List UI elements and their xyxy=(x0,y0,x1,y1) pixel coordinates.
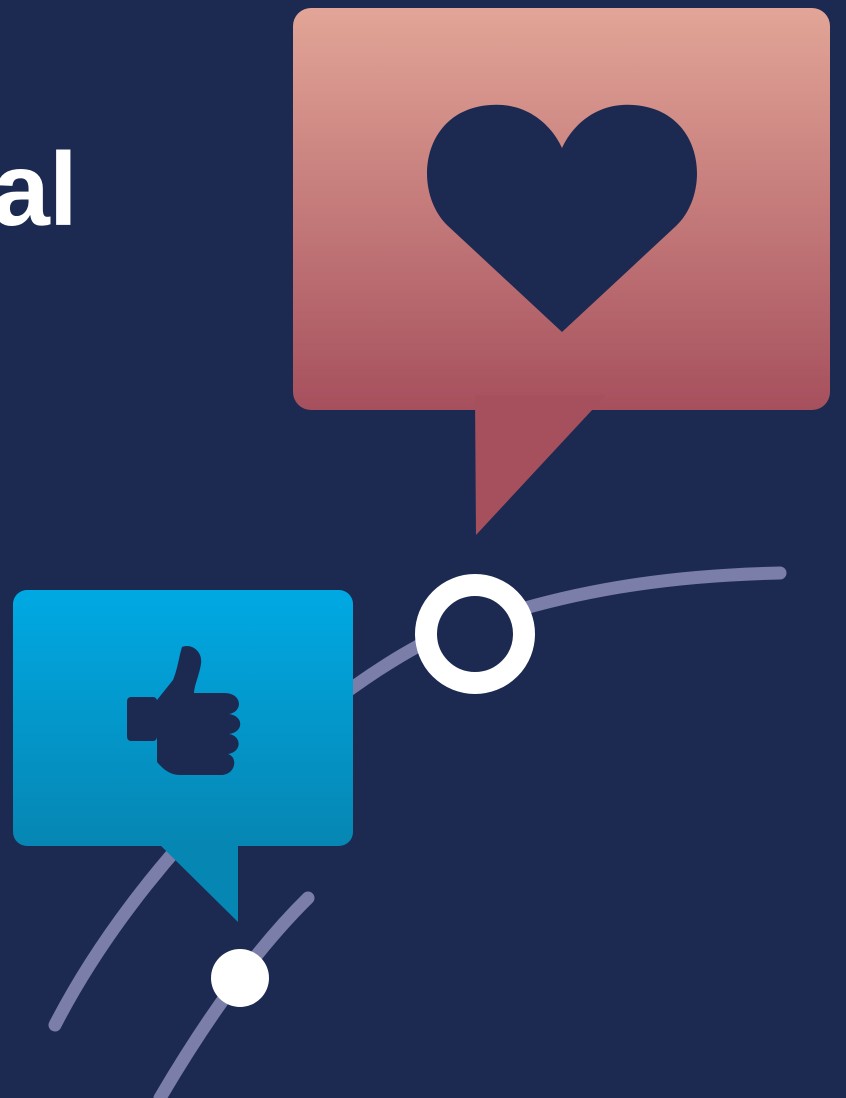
illustration-art xyxy=(13,8,830,1098)
dot-marker xyxy=(211,949,269,1007)
like-speech-bubble xyxy=(13,590,353,922)
heart-speech-bubble xyxy=(293,8,830,535)
ring-marker xyxy=(415,574,535,694)
social-illustration: al xyxy=(0,0,846,1098)
